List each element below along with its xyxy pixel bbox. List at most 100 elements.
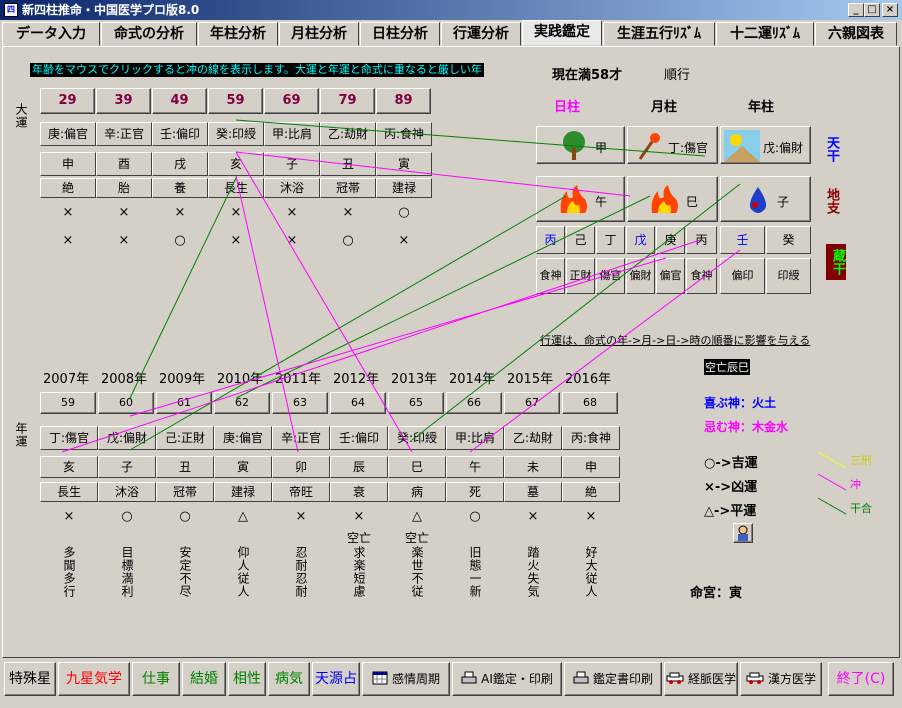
nenun-shi-cell[interactable]: 辰 <box>330 456 388 478</box>
tsuhen-cell[interactable]: 食神 <box>686 258 717 294</box>
zoukan-cell[interactable]: 丁 <box>596 226 625 254</box>
bottom-button-0[interactable]: 特殊星 <box>4 662 56 696</box>
nenun-kan-cell[interactable]: 辛:正官 <box>272 426 330 450</box>
nenun-age-button[interactable]: 62 <box>214 392 270 414</box>
dayun-kan-cell[interactable]: 甲:比肩 <box>264 122 320 146</box>
dayun-kan-cell[interactable]: 丙:食神 <box>376 122 432 146</box>
year-chishi[interactable]: 子 <box>720 176 811 222</box>
bottom-button-5[interactable]: 病気 <box>268 662 310 696</box>
tab-data-input[interactable]: データ入力 <box>2 22 100 46</box>
tab-jissen[interactable]: 実践鑑定 <box>522 20 602 46</box>
tab-juniun-rhythm[interactable]: 十二運ﾘｽﾞﾑ <box>716 22 814 46</box>
nenun-kan-cell[interactable]: 乙:劫財 <box>504 426 562 450</box>
zoukan-cell[interactable]: 丙 <box>536 226 565 254</box>
nenun-kan-cell[interactable]: 壬:偏印 <box>330 426 388 450</box>
nenun-shi-cell[interactable]: 亥 <box>40 456 98 478</box>
dayun-shi-cell[interactable]: 酉 <box>96 152 152 176</box>
nenun-age-button[interactable]: 59 <box>40 392 96 414</box>
nenun-age-button[interactable]: 61 <box>156 392 212 414</box>
person-button[interactable] <box>733 523 753 543</box>
nenun-kan-cell[interactable]: 癸:印綬 <box>388 426 446 450</box>
nenun-shi-cell[interactable]: 寅 <box>214 456 272 478</box>
nenun-shi-cell[interactable]: 申 <box>562 456 620 478</box>
nenun-age-button[interactable]: 64 <box>330 392 386 414</box>
dayun-age-button[interactable]: 79 <box>320 88 375 114</box>
nenun-kan-cell[interactable]: 丁:傷官 <box>40 426 98 450</box>
dayun-shi-cell[interactable]: 戌 <box>152 152 208 176</box>
tsuhen-cell[interactable]: 正財 <box>566 258 595 294</box>
zoukan-cell[interactable]: 庚 <box>656 226 685 254</box>
bottom-button-12[interactable]: 終了(C) <box>828 662 894 696</box>
dayun-shi-cell[interactable]: 寅 <box>376 152 432 176</box>
dayun-kan-cell[interactable]: 癸:印綬 <box>208 122 264 146</box>
maximize-button[interactable]: □ <box>864 3 880 17</box>
dayun-shi-cell[interactable]: 丑 <box>320 152 376 176</box>
nenun-age-button[interactable]: 63 <box>272 392 328 414</box>
dayun-age-button[interactable]: 29 <box>40 88 95 114</box>
nenun-shi-cell[interactable]: 卯 <box>272 456 330 478</box>
dayun-kan-cell[interactable]: 乙:劫財 <box>320 122 376 146</box>
tab-rokushin[interactable]: 六親図表 <box>815 22 897 46</box>
bottom-button-7[interactable]: 感情周期 <box>362 662 450 696</box>
dayun-shi-cell[interactable]: 申 <box>40 152 96 176</box>
day-chishi[interactable]: 午 <box>536 176 625 222</box>
zoukan-cell[interactable]: 己 <box>566 226 595 254</box>
tab-day-pillar[interactable]: 日柱分析 <box>360 22 440 46</box>
nenun-kan-cell[interactable]: 戊:偏財 <box>98 426 156 450</box>
tab-month-pillar[interactable]: 月柱分析 <box>279 22 359 46</box>
tab-meishiki[interactable]: 命式の分析 <box>101 22 197 46</box>
nenun-age-button[interactable]: 68 <box>562 392 618 414</box>
tsuhen-cell[interactable]: 偏印 <box>720 258 765 294</box>
nenun-age-button[interactable]: 66 <box>446 392 502 414</box>
bottom-button-8[interactable]: AI鑑定・印刷 <box>452 662 562 696</box>
dayun-kan-cell[interactable]: 庚:偏官 <box>40 122 96 146</box>
nenun-shi-cell[interactable]: 午 <box>446 456 504 478</box>
tsuhen-cell[interactable]: 傷官 <box>596 258 625 294</box>
zoukan-cell[interactable]: 癸 <box>766 226 811 254</box>
dayun-kan-cell[interactable]: 辛:正官 <box>96 122 152 146</box>
nenun-shi-cell[interactable]: 未 <box>504 456 562 478</box>
nenun-shi-cell[interactable]: 丑 <box>156 456 214 478</box>
tsuhen-cell[interactable]: 偏官 <box>656 258 685 294</box>
nenun-age-button[interactable]: 67 <box>504 392 560 414</box>
dayun-age-button[interactable]: 89 <box>376 88 431 114</box>
tsuhen-cell[interactable]: 偏財 <box>626 258 655 294</box>
dayun-age-button[interactable]: 69 <box>264 88 319 114</box>
month-chishi[interactable]: 巳 <box>627 176 718 222</box>
dayun-shi-cell[interactable]: 亥 <box>208 152 264 176</box>
dayun-kan-cell[interactable]: 壬:偏印 <box>152 122 208 146</box>
nenun-kan-cell[interactable]: 甲:比肩 <box>446 426 504 450</box>
month-tenkan[interactable]: 丁:傷官 <box>627 126 718 164</box>
tab-year-pillar[interactable]: 年柱分析 <box>198 22 278 46</box>
tsuhen-cell[interactable]: 食神 <box>536 258 565 294</box>
close-button[interactable]: × <box>882 3 898 17</box>
dayun-age-button[interactable]: 49 <box>152 88 207 114</box>
tab-gyoun[interactable]: 行運分析 <box>441 22 521 46</box>
nenun-shi-cell[interactable]: 子 <box>98 456 156 478</box>
tsuhen-cell[interactable]: 印綬 <box>766 258 811 294</box>
year-tenkan[interactable]: 戊:偏財 <box>720 126 811 164</box>
nenun-kan-cell[interactable]: 庚:偏官 <box>214 426 272 450</box>
zoukan-cell[interactable]: 戊 <box>626 226 655 254</box>
bottom-button-10[interactable]: 経脈医学 <box>664 662 738 696</box>
bottom-button-11[interactable]: 漢方医学 <box>740 662 822 696</box>
nenun-kan-cell[interactable]: 己:正財 <box>156 426 214 450</box>
dayun-age-button[interactable]: 59 <box>208 88 263 114</box>
minimize-button[interactable]: _ <box>848 3 864 17</box>
zoukan-cell[interactable]: 丙 <box>686 226 717 254</box>
day-tenkan[interactable]: 甲 <box>536 126 625 164</box>
bottom-button-6[interactable]: 天源占 <box>312 662 360 696</box>
nenun-age-button[interactable]: 65 <box>388 392 444 414</box>
zoukan-cell[interactable]: 壬 <box>720 226 765 254</box>
bottom-button-2[interactable]: 仕事 <box>132 662 180 696</box>
nenun-age-button[interactable]: 60 <box>98 392 154 414</box>
nenun-shi-cell[interactable]: 巳 <box>388 456 446 478</box>
dayun-shi-cell[interactable]: 子 <box>264 152 320 176</box>
dayun-age-button[interactable]: 39 <box>96 88 151 114</box>
nenun-kan-cell[interactable]: 丙:食神 <box>562 426 620 450</box>
bottom-button-3[interactable]: 結婚 <box>182 662 226 696</box>
bottom-button-1[interactable]: 九星気学 <box>58 662 130 696</box>
bottom-button-9[interactable]: 鑑定書印刷 <box>564 662 662 696</box>
tab-gogyo-rhythm[interactable]: 生涯五行ﾘｽﾞﾑ <box>603 22 715 46</box>
bottom-button-4[interactable]: 相性 <box>228 662 266 696</box>
